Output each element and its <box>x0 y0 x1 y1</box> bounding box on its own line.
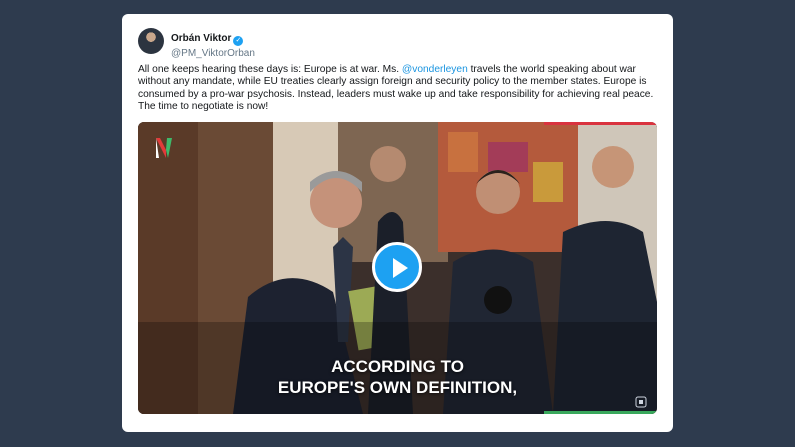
video-caption: ACCORDING TO EUROPE'S OWN DEFINITION, <box>138 356 657 398</box>
avatar[interactable] <box>138 28 164 54</box>
video-player[interactable]: ACCORDING TO EUROPE'S OWN DEFINITION, <box>138 122 657 414</box>
caption-line-2: EUROPE'S OWN DEFINITION, <box>277 378 518 397</box>
play-button[interactable] <box>372 242 422 292</box>
play-icon <box>393 258 408 278</box>
accent-line-top <box>544 122 657 125</box>
author-handle[interactable]: @PM_ViktorOrban <box>171 48 255 59</box>
author-name[interactable]: Orbán Viktor <box>171 33 231 44</box>
caption-line-1: ACCORDING TO <box>331 357 464 376</box>
watermark-icon <box>635 396 647 408</box>
accent-line-bottom <box>544 411 657 414</box>
verified-badge-icon: ✓ <box>233 36 244 46</box>
tweet-text-start: All one keeps hearing these days is: Eur… <box>138 64 402 75</box>
author-block: Orbán Viktor ✓ @PM_ViktorOrban <box>171 28 255 59</box>
channel-logo-icon <box>156 138 172 158</box>
tweet-text: All one keeps hearing these days is: Eur… <box>138 64 658 114</box>
mention-link[interactable]: @vonderleyen <box>402 64 468 75</box>
tweet-card: Orbán Viktor ✓ @PM_ViktorOrban All one ke… <box>122 14 673 432</box>
